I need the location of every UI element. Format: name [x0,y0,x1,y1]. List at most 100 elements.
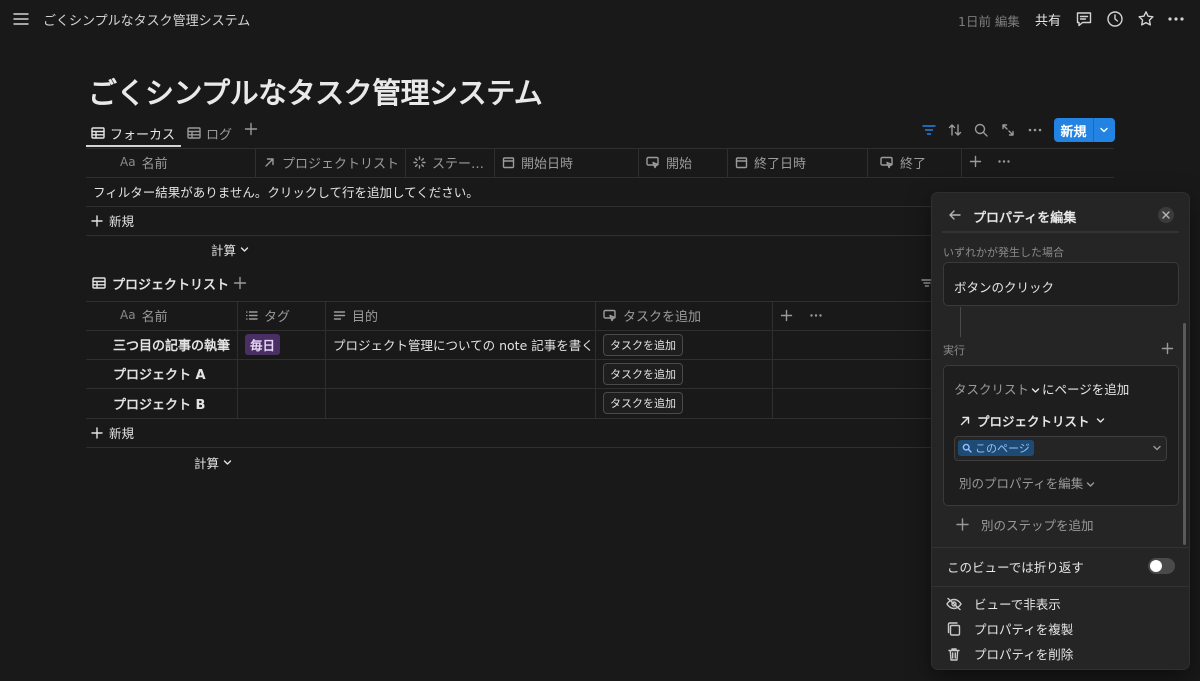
column-header-end-datetime[interactable]: 終了日時 [735,148,806,176]
action-title[interactable]: タスクリスト にページを追加 [954,379,1129,398]
search-icon[interactable] [973,122,989,138]
add-row-button[interactable]: 新規 [91,206,134,235]
page-title[interactable]: ごくシンプルなタスク管理システム [88,70,543,112]
column-label: ステー… [432,156,485,172]
tab-log[interactable]: ログ [187,120,232,146]
divider [86,418,932,419]
divider [86,388,932,389]
breadcrumb[interactable]: ごくシンプルなタスク管理システム [43,10,250,29]
empty-filter-message[interactable]: フィルター結果がありません。クリックして行を追加してください。 [93,177,479,206]
add-step-button[interactable]: 別のステップを追加 [956,515,1094,534]
target-database-select[interactable]: タスクリスト [954,382,1029,397]
more-icon[interactable] [1027,122,1043,138]
chevron-down-icon [1087,482,1095,487]
add-view-icon[interactable] [244,122,258,136]
filter-icon[interactable] [921,122,937,138]
add-task-button[interactable]: タスクを追加 [603,333,683,356]
plus-icon [91,214,103,227]
add-row-label: 新規 [109,214,135,229]
step-connector [960,307,961,337]
column-header-status[interactable]: ステー… [413,148,484,176]
column-header-project-list[interactable]: プロジェクトリスト [263,148,399,176]
project-list-view-title[interactable]: プロジェクトリスト [92,271,229,295]
tab-label: ログ [206,127,233,143]
column-label: 目的 [352,309,379,325]
sort-icon[interactable] [947,122,963,138]
row-name-cell[interactable]: 三つ目の記事の執筆 [113,330,230,359]
add-step-label: 別のステップを追加 [981,518,1094,533]
close-icon[interactable] [1158,207,1174,223]
button-cursor-icon [880,156,893,168]
column-label: 終了日時 [754,156,807,172]
add-task-button[interactable]: タスクを追加 [603,392,683,414]
calculate-button[interactable]: 計算 [194,449,232,475]
column-header-start[interactable]: 開始 [646,148,692,176]
history-icon[interactable] [1106,10,1124,28]
duplicate-icon [947,621,961,636]
more-icon[interactable] [997,155,1011,168]
chevron-down-icon [1031,388,1040,393]
add-row-button[interactable]: 新規 [91,418,134,447]
this-page-chip[interactable]: このページ [958,440,1034,456]
duplicate-property-menu-item[interactable]: プロパティを複製 [946,619,1073,638]
plus-icon [91,426,103,439]
plus-icon [956,518,969,531]
relation-property-row[interactable]: プロジェクトリスト [959,411,1105,430]
divider [961,148,962,177]
action-suffix: にページを追加 [1042,382,1130,397]
divider [932,547,1189,548]
wrap-in-view-label: このビューでは折り返す [947,560,1084,575]
trigger-text: ボタンのクリック [954,280,1055,295]
add-task-cell: タスクを追加 [603,359,683,388]
star-icon[interactable] [1137,10,1155,28]
new-button[interactable]: 新規 [1054,118,1115,142]
add-column-icon[interactable] [780,309,793,322]
add-column-icon[interactable] [969,155,982,168]
purpose-cell[interactable]: プロジェクト管理についての note 記事を書く [333,330,591,359]
scrollbar[interactable] [1183,323,1186,545]
text-type-icon: Aa [120,155,136,169]
search-icon [962,443,972,453]
row-name-cell[interactable]: プロジェクト B [113,388,205,418]
column-header-name[interactable]: Aa 名前 [120,301,168,329]
column-header-end[interactable]: 終了 [880,148,926,176]
tab-focus[interactable]: フォーカス [91,120,175,146]
chevron-down-icon[interactable] [1152,443,1162,453]
add-action-icon[interactable] [1161,342,1174,355]
menu-icon[interactable] [12,10,30,28]
active-tab-indicator [86,145,181,147]
column-header-name[interactable]: Aa 名前 [120,148,168,176]
chevron-down-icon[interactable] [1094,125,1114,135]
calculate-label: 計算 [211,242,237,258]
column-header-start-datetime[interactable]: 開始日時 [502,148,573,176]
edit-other-property-button[interactable]: 別のプロパティを編集 [959,473,1095,492]
column-label: 名前 [141,309,168,325]
column-label: 開始 [666,156,693,172]
divider [595,301,596,418]
column-header-add-task[interactable]: タスクを追加 [603,301,701,329]
this-page-label: このページ [975,442,1030,455]
more-icon[interactable] [1167,10,1185,28]
hide-in-view-menu-item[interactable]: ビューで非表示 [946,594,1061,613]
tab-label: フォーカス [110,127,176,143]
tag-cell[interactable]: 毎日 [245,330,281,359]
column-label: タグ [264,309,291,325]
add-view-icon[interactable] [233,276,247,290]
button-cursor-icon [646,156,659,168]
share-button[interactable]: 共有 [1035,10,1061,29]
more-icon[interactable] [809,309,823,322]
comment-icon[interactable] [1075,10,1093,28]
column-header-tag[interactable]: タグ [245,301,290,329]
add-row-label: 新規 [109,426,135,441]
add-task-button[interactable]: タスクを追加 [603,362,683,385]
calendar-icon [735,156,748,168]
status-icon [413,155,426,169]
delete-property-menu-item[interactable]: プロパティを削除 [946,644,1073,663]
column-header-purpose[interactable]: 目的 [333,301,378,329]
back-arrow-icon[interactable] [948,208,962,222]
action-section-label: 実行 [943,344,965,357]
expand-icon[interactable] [1000,122,1016,138]
calculate-button[interactable]: 計算 [211,236,249,262]
row-name-cell[interactable]: プロジェクト A [113,359,206,388]
column-label: タスクを追加 [623,309,702,325]
